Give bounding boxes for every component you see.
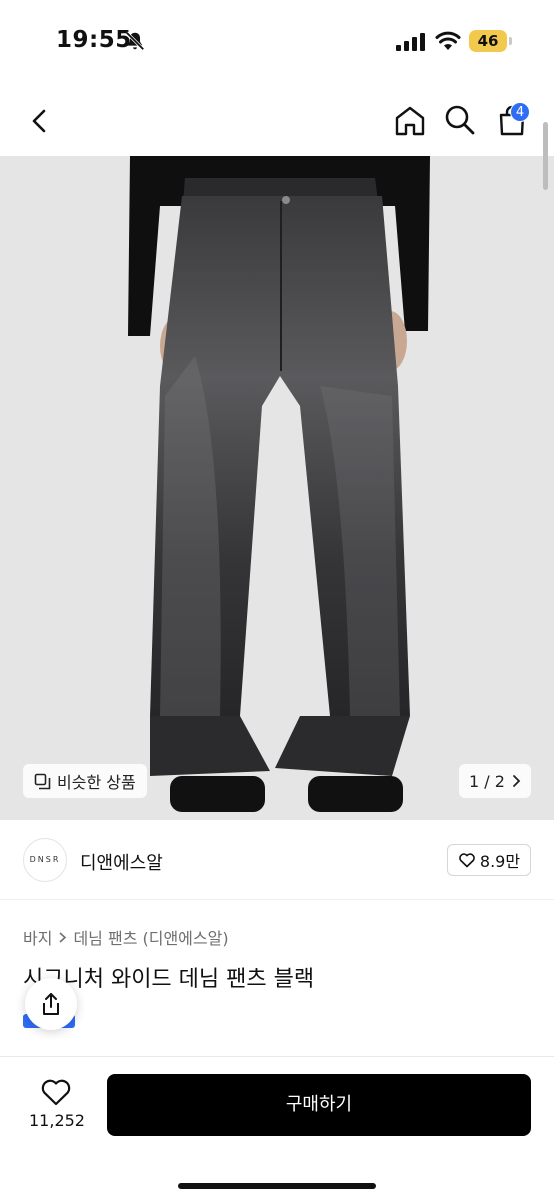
home-icon[interactable] xyxy=(393,104,427,138)
search-icon[interactable] xyxy=(444,104,476,136)
breadcrumb-category[interactable]: 바지 xyxy=(23,925,52,949)
brand-like-button[interactable]: 8.9만 xyxy=(447,844,531,876)
heart-icon xyxy=(459,853,475,868)
pager-text: 1 / 2 xyxy=(469,771,505,791)
breadcrumb: 바지 데님 팬츠 (디앤에스알) xyxy=(23,925,229,949)
bottom-action-bar: 11,252 구매하기 xyxy=(0,1056,554,1200)
product-photo xyxy=(0,156,554,820)
similar-products-button[interactable]: 비슷한 상품 xyxy=(23,764,147,798)
share-icon xyxy=(43,993,59,1015)
home-indicator[interactable] xyxy=(178,1183,376,1189)
copy-icon xyxy=(34,773,51,789)
brand-like-count: 8.9만 xyxy=(479,852,521,871)
wishlist-count: 11,252 xyxy=(29,1111,85,1130)
status-bar: 19:55 46 xyxy=(0,0,554,84)
similar-products-label: 비슷한 상품 xyxy=(57,773,136,792)
brand-name[interactable]: 디앤에스알 xyxy=(80,849,163,875)
chevron-right-icon xyxy=(513,775,521,787)
bell-slash-icon xyxy=(125,31,145,51)
chevron-right-icon xyxy=(59,931,67,943)
cart-count-badge: 4 xyxy=(510,102,530,122)
product-image-gallery[interactable]: 비슷한 상품 1 / 2 xyxy=(0,156,554,820)
page-scrollbar[interactable] xyxy=(543,122,548,190)
wifi-icon xyxy=(435,31,461,50)
cellular-signal-icon xyxy=(396,33,425,51)
brand-row[interactable]: DNSR 디앤에스알 8.9만 xyxy=(0,820,554,900)
status-time: 19:55 xyxy=(56,27,132,53)
nav-bar: 4 xyxy=(0,84,554,156)
battery-tip xyxy=(509,37,512,45)
battery-indicator: 46 xyxy=(469,30,507,52)
brand-logo[interactable]: DNSR xyxy=(23,838,67,882)
breadcrumb-subcategory[interactable]: 데님 팬츠 (디앤에스알) xyxy=(73,925,228,949)
share-button[interactable] xyxy=(25,978,77,1030)
buy-button[interactable]: 구매하기 xyxy=(107,1074,531,1136)
back-chevron-icon[interactable] xyxy=(26,106,54,136)
image-pager[interactable]: 1 / 2 xyxy=(459,764,531,798)
wishlist-heart-icon[interactable] xyxy=(40,1077,72,1107)
